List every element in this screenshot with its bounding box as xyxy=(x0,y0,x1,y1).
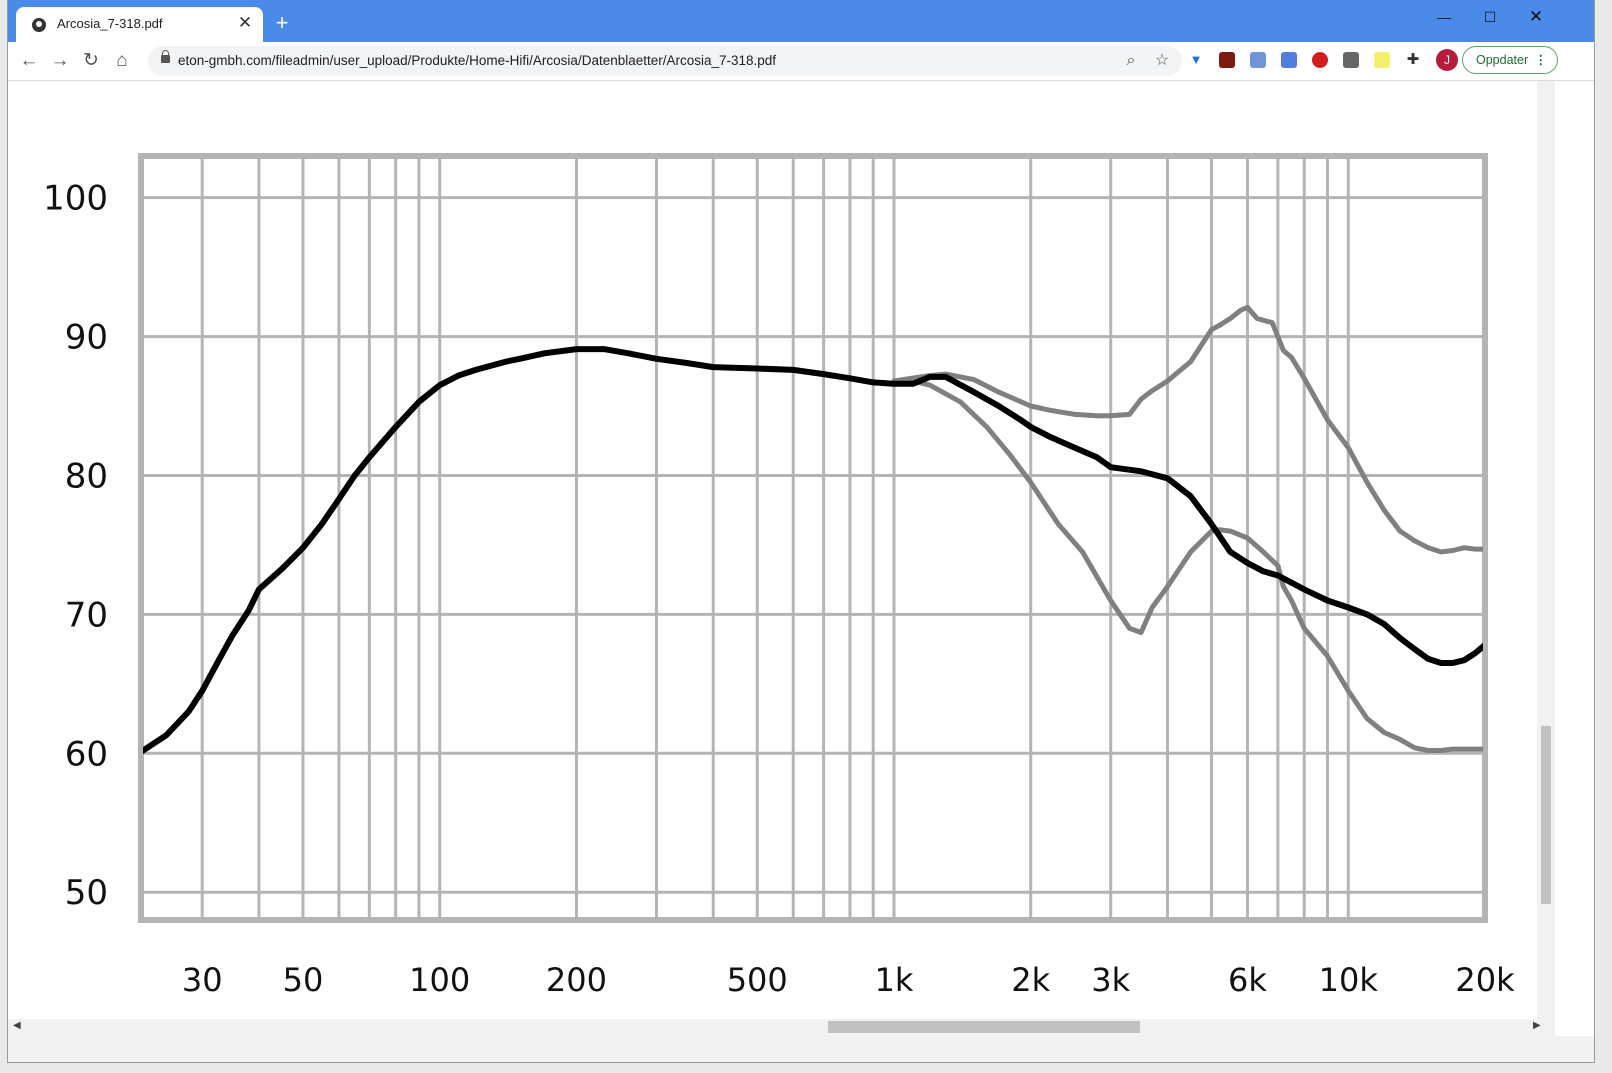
x-tick-label: 50 xyxy=(283,961,324,999)
vertical-scrollbar[interactable] xyxy=(1537,81,1555,1019)
horizontal-scrollbar[interactable]: ◀ ▶ xyxy=(8,1019,1555,1036)
title-bar: Arcosia_7-318.pdf ✕ + — ☐ ✕ xyxy=(8,0,1594,42)
y-tick-labels: 100 90 80 70 60 50 xyxy=(43,179,108,914)
x-tick-label: 6k xyxy=(1228,961,1267,999)
background-window xyxy=(1555,81,1594,1062)
chart-series xyxy=(143,304,1483,755)
back-icon[interactable]: ← xyxy=(16,48,42,74)
note-icon[interactable] xyxy=(1374,52,1390,68)
tab-title: Arcosia_7-318.pdf xyxy=(57,16,163,31)
browser-tab[interactable]: Arcosia_7-318.pdf ✕ xyxy=(16,7,263,42)
x-tick-label: 1k xyxy=(875,961,914,999)
close-icon[interactable]: ✕ xyxy=(235,13,255,33)
x-tick-label: 20k xyxy=(1455,961,1515,999)
series-line xyxy=(891,378,1483,753)
x-tick-labels: 30 50 100 200 500 1k 2k 3k 6k 10k 20k xyxy=(182,961,1515,999)
update-label: Oppdater xyxy=(1476,53,1529,67)
background-window xyxy=(8,1036,1594,1062)
y-tick-label: 60 xyxy=(65,734,108,774)
minimize-icon[interactable]: — xyxy=(1424,6,1464,28)
horizontal-scroll-thumb[interactable] xyxy=(828,1021,1140,1033)
chart-grid xyxy=(138,153,1488,923)
puzzle-icon[interactable]: ✚ xyxy=(1405,52,1421,68)
url-text[interactable]: eton-gmbh.com/fileadmin/user_upload/Prod… xyxy=(178,53,776,68)
forward-icon[interactable]: → xyxy=(47,48,73,74)
star-icon[interactable]: ☆ xyxy=(1151,50,1173,72)
series-line xyxy=(891,304,1483,555)
x-tick-label: 2k xyxy=(1011,961,1050,999)
plus-icon[interactable]: + xyxy=(271,12,293,34)
pdf-viewer[interactable]: 100 90 80 70 60 50 30 50 100 200 500 1k 2k 3k 6k 10k 20… xyxy=(8,81,1537,1019)
y-tick-label: 90 xyxy=(65,318,108,358)
x-tick-label: 500 xyxy=(727,961,788,999)
lock-icon xyxy=(161,50,170,63)
home-icon[interactable]: ⌂ xyxy=(109,48,135,74)
x-tick-label: 10k xyxy=(1319,961,1379,999)
extension-icon[interactable] xyxy=(1250,52,1266,68)
avatar[interactable]: J xyxy=(1436,49,1458,71)
x-tick-label: 3k xyxy=(1091,961,1130,999)
browser-toolbar: ← → ↻ ⌂ eton-gmbh.com/fileadmin/user_upl… xyxy=(8,42,1594,81)
play-icon[interactable] xyxy=(1312,52,1328,68)
reload-icon[interactable]: ↻ xyxy=(78,48,104,74)
translate-icon[interactable] xyxy=(1281,52,1297,68)
maximize-icon[interactable]: ☐ xyxy=(1470,6,1510,28)
scroll-right-icon[interactable]: ▶ xyxy=(1533,1020,1541,1031)
y-tick-label: 70 xyxy=(65,595,108,635)
extension-v-icon[interactable]: ▼ xyxy=(1188,52,1204,68)
more-icon: ⋮ xyxy=(1534,53,1548,67)
y-tick-label: 50 xyxy=(65,873,108,913)
update-button[interactable]: Oppdater ⋮ xyxy=(1462,46,1558,74)
frequency-response-chart: 100 90 80 70 60 50 30 50 100 200 500 1k 2k 3k 6k 10k 20… xyxy=(43,153,1515,999)
address-bar[interactable]: eton-gmbh.com/fileadmin/user_upload/Prod… xyxy=(148,46,1182,76)
x-tick-label: 30 xyxy=(182,961,223,999)
y-tick-label: 100 xyxy=(43,179,108,219)
browser-window: Arcosia_7-318.pdf ✕ + — ☐ ✕ ← → ↻ ⌂ eton… xyxy=(8,0,1594,1062)
extension-icon[interactable] xyxy=(1343,52,1359,68)
extension-icon[interactable] xyxy=(1219,52,1235,68)
close-window-icon[interactable]: ✕ xyxy=(1516,6,1556,28)
plot-frame xyxy=(138,153,1488,923)
x-tick-label: 100 xyxy=(409,961,470,999)
globe-icon xyxy=(32,18,46,32)
x-tick-label: 200 xyxy=(546,961,607,999)
y-tick-label: 80 xyxy=(65,456,108,496)
vertical-scroll-thumb[interactable] xyxy=(1541,726,1551,904)
series-line xyxy=(143,346,1483,755)
zoom-icon[interactable]: ⌕ xyxy=(1120,50,1142,72)
scroll-left-icon[interactable]: ◀ xyxy=(13,1020,21,1031)
